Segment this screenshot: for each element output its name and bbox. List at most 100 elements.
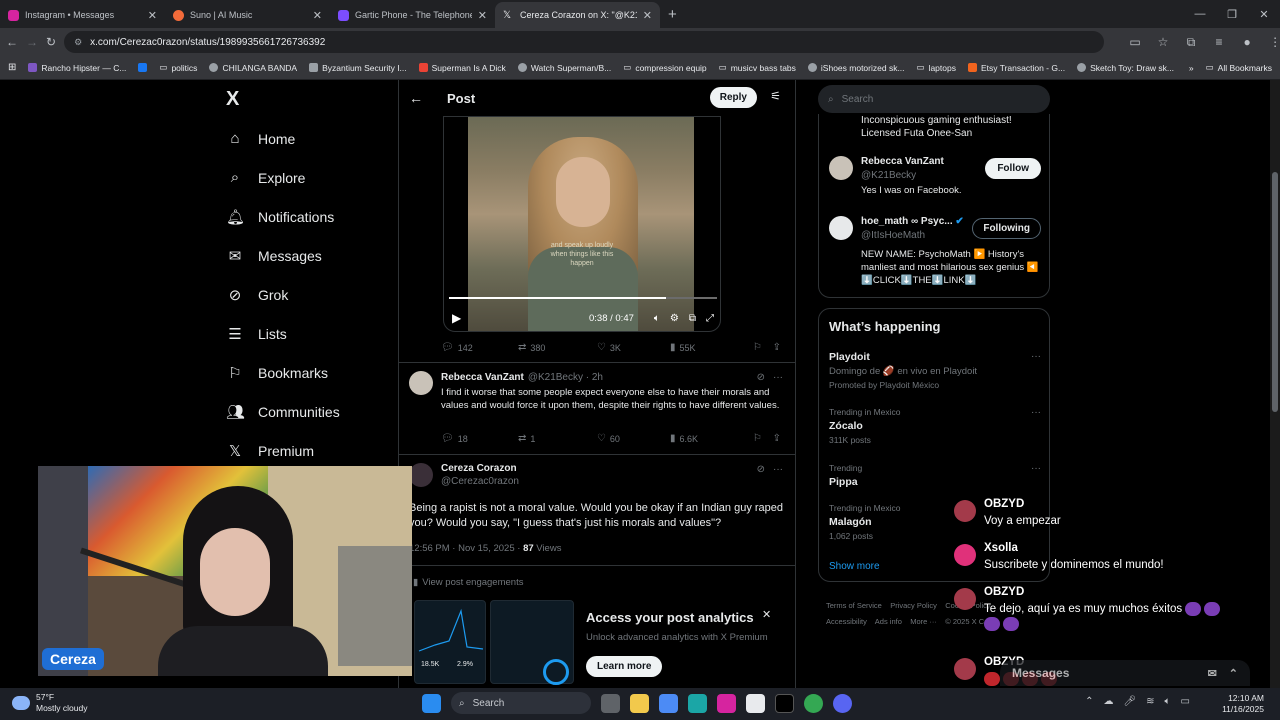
close-tab-icon[interactable]: ✕ [148, 9, 157, 22]
all-bookmarks[interactable]: ▭ All Bookmarks [1206, 62, 1272, 73]
like-action[interactable]: ♡ 60 [597, 433, 670, 444]
avatar[interactable] [409, 371, 433, 395]
x-logo[interactable]: X [226, 88, 239, 111]
play-icon[interactable]: ▶ [452, 311, 461, 325]
bookmark-star-icon[interactable]: ☆ [1154, 35, 1172, 50]
bookmark-item[interactable]: CHILANGA BANDA [209, 63, 297, 73]
bookmark-folder[interactable]: ▭ musicv bass tabs [719, 62, 796, 73]
back-arrow-icon[interactable]: ← [409, 90, 423, 106]
video-frame[interactable]: and speak up loudly when things like thi… [468, 117, 694, 331]
media-icon[interactable]: ≡ [1210, 35, 1228, 50]
avatar[interactable] [409, 463, 433, 487]
speaker-icon[interactable]: 🔈︎ [1165, 696, 1171, 707]
focused-tweet[interactable]: Cereza Corazon @Cerezac0razon ⊘ ··· Being… [399, 454, 795, 594]
bookmark-item[interactable]: Superman Is A Dick [418, 63, 506, 73]
more-icon[interactable]: ··· [1031, 463, 1041, 474]
learn-more-button[interactable]: Learn more [586, 656, 663, 677]
expand-icon[interactable]: ⌃ [1229, 667, 1238, 680]
video-progress-bar[interactable] [449, 297, 717, 299]
follow-button[interactable]: Follow [985, 158, 1041, 179]
compose-message-icon[interactable]: ✉ [1208, 667, 1217, 680]
avatar[interactable] [829, 156, 853, 180]
bookmark-item[interactable]: iShoes motorized sk... [807, 63, 905, 73]
settings-icon[interactable]: ⚙ [670, 313, 679, 324]
views-action[interactable]: ▮ 55K [670, 342, 753, 353]
cast-icon[interactable]: ▭ [1126, 35, 1144, 50]
task-view-icon[interactable] [601, 693, 620, 713]
nav-explore[interactable]: ⌕ Explore [226, 169, 306, 186]
trend-item[interactable]: Trending in Mexico Zócalo 311K posts ··· [829, 407, 1041, 445]
chevron-up-icon[interactable]: ⌃ [1085, 696, 1093, 707]
tab-suno[interactable]: Suno | AI Music ✕ [165, 2, 330, 28]
more-bookmarks-icon[interactable]: » [1189, 63, 1194, 73]
pip-icon[interactable]: ⧉ [689, 313, 696, 324]
bookmark-item[interactable] [138, 63, 148, 72]
weather-widget[interactable]: 57°F Mostly cloudy [12, 692, 88, 714]
volume-icon[interactable]: 🔈︎ [654, 313, 660, 324]
bookmark-item[interactable]: Etsy Transaction - G... [967, 63, 1065, 73]
onedrive-icon[interactable]: ☁ [1103, 696, 1113, 707]
bookmark-item[interactable]: Watch Superman/B... [517, 63, 611, 73]
grok-icon[interactable]: ⊘ [757, 372, 765, 383]
tab-gartic[interactable]: Gartic Phone - The Telephone Game✕ [330, 2, 495, 28]
reply-action[interactable]: 💬︎ 142 [441, 342, 518, 353]
more-icon[interactable]: ··· [1031, 407, 1041, 418]
nav-notifications[interactable]: 🔔︎ Notifications [226, 208, 334, 226]
avatar[interactable] [829, 216, 853, 240]
taskbar-clock[interactable]: 12:10 AM 11/16/2025 [1222, 693, 1264, 715]
nav-bookmarks[interactable]: ⚐ Bookmarks [226, 364, 328, 382]
battery-icon[interactable]: ▭ [1181, 696, 1190, 707]
show-more-link[interactable]: Show more [829, 561, 880, 572]
close-tab-icon[interactable]: ✕ [478, 9, 487, 22]
minimize-icon[interactable]: — [1184, 0, 1216, 28]
close-icon[interactable]: ✕ [762, 608, 771, 621]
bookmark-folder[interactable]: ▭ politics [159, 62, 197, 73]
like-action[interactable]: ♡ 3K [597, 342, 670, 353]
grok-icon[interactable]: ⊘ [757, 464, 765, 475]
fullscreen-icon[interactable]: ⤢ [706, 313, 714, 324]
apps-grid-icon[interactable]: ⊞ [8, 62, 16, 73]
more-icon[interactable]: ··· [773, 464, 783, 475]
mic-icon[interactable]: 🎤︎ [1123, 696, 1136, 707]
more-icon[interactable]: ··· [1031, 351, 1041, 362]
suggestion-name[interactable]: Rebecca VanZant [861, 156, 962, 167]
bookmark-item[interactable]: Byzantium Security I... [309, 63, 407, 73]
bookmark-action[interactable]: ⚐ [753, 342, 773, 353]
search-input[interactable]: ⌕ Search [818, 85, 1050, 113]
close-tab-icon[interactable]: ✕ [643, 9, 652, 22]
windows-start-icon[interactable] [422, 693, 441, 713]
bookmark-item[interactable]: Sketch Toy: Draw sk... [1077, 63, 1174, 73]
new-tab-button[interactable]: + [668, 2, 677, 28]
more-icon[interactable]: ··· [773, 372, 783, 383]
author-name[interactable]: Rebecca VanZant [441, 372, 524, 383]
tab-x-post[interactable]: 𝕏Cereza Corazon on X: "@K21Becky✕ [495, 2, 660, 28]
file-explorer-icon[interactable] [630, 693, 649, 713]
chrome-icon[interactable] [804, 693, 823, 713]
extensions-icon[interactable]: ⧉ [1182, 35, 1200, 50]
messages-dock[interactable]: Messages ✉ ⌃ [1000, 660, 1250, 686]
tweet-timestamp[interactable]: 12:56 PM · Nov 15, 2025 · [409, 543, 523, 554]
wifi-icon[interactable]: ≋ [1146, 696, 1154, 707]
nav-messages[interactable]: ✉ Messages [226, 247, 322, 265]
video-player[interactable]: and speak up loudly when things like thi… [443, 116, 721, 332]
share-action[interactable]: ⇪ [773, 342, 781, 353]
reply-action[interactable]: 💬︎ 18 [441, 433, 518, 444]
scrollbar-thumb[interactable] [1272, 172, 1278, 412]
bookmark-folder[interactable]: ▭ laptops [917, 62, 956, 73]
following-button[interactable]: Following [972, 218, 1041, 239]
repost-action[interactable]: ⇄ 380 [518, 342, 597, 353]
maximize-icon[interactable]: ❐ [1216, 0, 1248, 28]
bookmark-item[interactable]: Rancho Hipster — C... [28, 63, 126, 73]
forward-icon[interactable]: → [26, 35, 38, 49]
nav-communities[interactable]: 👥︎ Communities [226, 403, 340, 421]
profile-avatar-icon[interactable]: ● [1238, 35, 1256, 50]
bookmark-folder[interactable]: ▭ compression equip [623, 62, 706, 73]
author-name[interactable]: Cereza Corazon [441, 463, 519, 474]
menu-icon[interactable]: ⋮ [1266, 35, 1280, 50]
page-scrollbar[interactable] [1270, 80, 1280, 688]
reply-button[interactable]: Reply [709, 87, 757, 108]
amazon-icon[interactable] [746, 693, 765, 713]
nav-lists[interactable]: ☰ Lists [226, 325, 287, 343]
x-app-icon[interactable] [775, 693, 794, 713]
author-handle[interactable]: @Cerezac0razon [441, 476, 519, 487]
